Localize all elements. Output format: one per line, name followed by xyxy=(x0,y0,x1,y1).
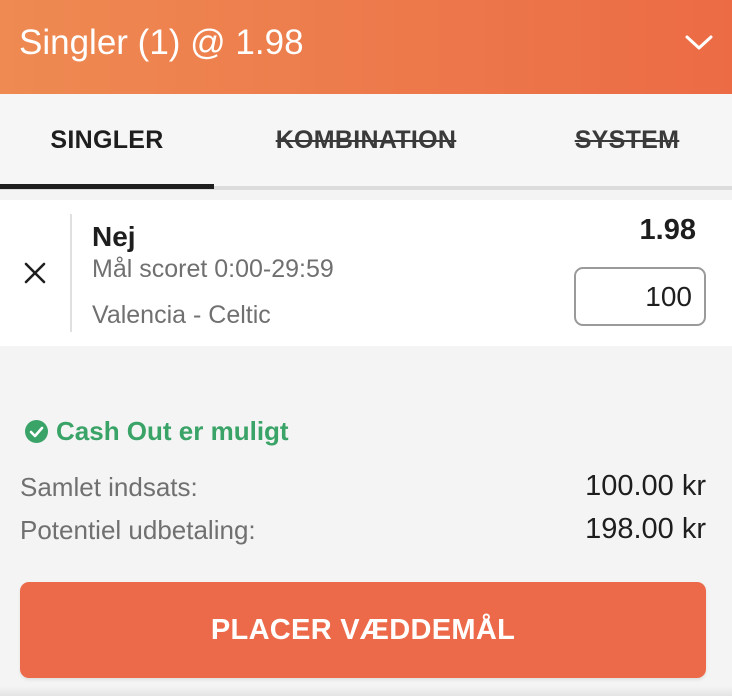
betslip-header[interactable]: Singler (1) @ 1.98 xyxy=(0,0,732,94)
potential-payout-value: 198.00 kr xyxy=(585,513,706,545)
total-stake-value: 100.00 kr xyxy=(585,470,706,502)
cashout-status: Cash Out er muligt xyxy=(25,415,289,447)
bet-type-tabs: SINGLER KOMBINATION SYSTEM xyxy=(0,94,732,190)
tab-singler[interactable]: SINGLER xyxy=(20,94,194,186)
tab-kombination[interactable]: KOMBINATION xyxy=(270,94,462,186)
potential-payout-label: Potentiel udbetaling: xyxy=(20,515,256,545)
tab-system[interactable]: SYSTEM xyxy=(568,94,686,186)
close-icon[interactable] xyxy=(22,260,48,286)
stake-input[interactable] xyxy=(574,267,706,326)
bet-selection-row: Nej Mål scoret 0:00-29:59 Valencia - Cel… xyxy=(0,200,732,346)
active-tab-indicator xyxy=(0,184,214,189)
bet-event: Valencia - Celtic xyxy=(92,301,271,329)
total-stake-label: Samlet indsats: xyxy=(20,472,198,502)
check-circle-icon xyxy=(25,419,48,443)
bet-odds: 1.98 xyxy=(639,214,696,246)
bottom-edge xyxy=(0,686,732,696)
bet-market: Mål scoret 0:00-29:59 xyxy=(92,255,334,283)
row-divider xyxy=(70,214,72,332)
betslip-title: Singler (1) @ 1.98 xyxy=(19,23,304,62)
cashout-label: Cash Out er muligt xyxy=(56,415,289,446)
bet-selection: Nej xyxy=(92,221,136,252)
place-bet-button[interactable]: PLACER VÆDDEMÅL xyxy=(20,582,706,678)
chevron-down-icon[interactable] xyxy=(684,31,714,53)
